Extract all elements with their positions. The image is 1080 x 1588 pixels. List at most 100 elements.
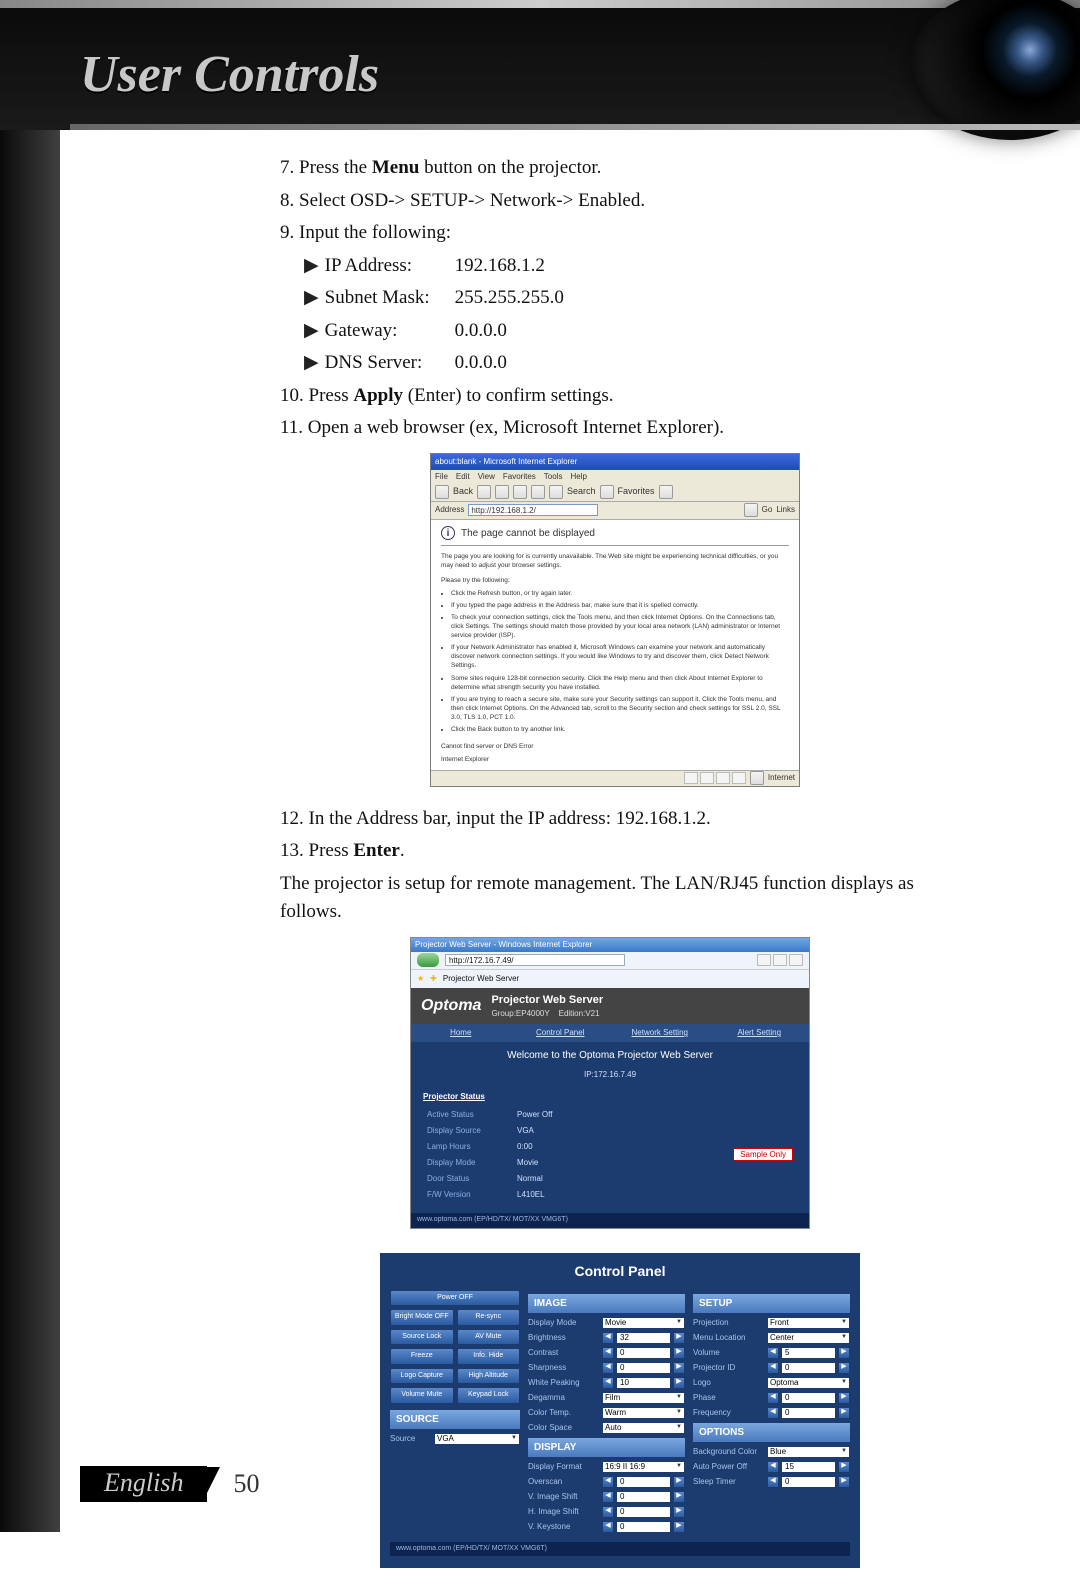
increment-button[interactable]: ▶ [838,1407,850,1419]
refresh-icon[interactable] [513,485,527,499]
image-row: Color Temp.Warm [528,1407,685,1419]
decrement-button[interactable]: ◀ [602,1491,614,1503]
decrement-button[interactable]: ◀ [767,1362,779,1374]
increment-button[interactable]: ▶ [673,1476,685,1488]
back-icon[interactable] [435,485,449,499]
logo-capture-button[interactable]: Logo Capture [390,1368,454,1385]
decrement-button[interactable]: ◀ [602,1377,614,1389]
nav-alert-setting[interactable]: Alert Setting [710,1024,810,1042]
decrement-button[interactable]: ◀ [767,1347,779,1359]
favorites-icon[interactable]: ★ [417,973,424,985]
image-select[interactable]: Auto [602,1422,685,1434]
favorites-icon[interactable] [600,485,614,499]
keypad-lock-button[interactable]: Keypad Lock [457,1387,521,1404]
address-input[interactable]: http://192.168.1.2/ [468,504,598,516]
browser-body: i The page cannot be displayed The page … [431,520,799,770]
setup-select[interactable]: Front [767,1317,850,1329]
back-icon[interactable] [417,953,439,967]
footer-page-number: 50 [207,1469,259,1499]
display-label: V. Keystone [528,1521,598,1533]
increment-button[interactable]: ▶ [838,1476,850,1488]
image-select[interactable]: Warm [602,1407,685,1419]
increment-button[interactable]: ▶ [838,1392,850,1404]
decrement-button[interactable]: ◀ [602,1506,614,1518]
increment-button[interactable]: ▶ [673,1362,685,1374]
browser-toolbar: Back Search Favorites [431,484,799,502]
content-body: 7. Press the Menu button on the projecto… [0,130,1080,1588]
add-favorites-icon[interactable]: ✚ [430,973,437,985]
cp-title: Control Panel [390,1261,850,1282]
high-altitude-button[interactable]: High Altitude [457,1368,521,1385]
display-row: H. Image Shift◀0▶ [528,1506,685,1518]
display-label: H. Image Shift [528,1506,598,1518]
source-heading: SOURCE [390,1410,520,1429]
nav-home[interactable]: Home [411,1024,511,1042]
power-off-button[interactable]: Power OFF [390,1290,520,1307]
address-input[interactable]: http://172.16.7.49/ [445,954,625,966]
setup-select[interactable]: Optoma [767,1377,850,1389]
increment-button[interactable]: ▶ [673,1332,685,1344]
browser-screenshot-2: Projector Web Server - Windows Internet … [410,937,810,1229]
setup-select[interactable]: Center [767,1332,850,1344]
decrement-button[interactable]: ◀ [602,1362,614,1374]
decrement-button[interactable]: ◀ [767,1476,779,1488]
display-value: 0 [616,1476,671,1488]
increment-button[interactable]: ▶ [673,1377,685,1389]
search-icon[interactable] [549,485,563,499]
source-lock-button[interactable]: Source Lock [390,1329,454,1346]
image-value: 0 [616,1347,671,1359]
history-icon[interactable] [659,485,673,499]
increment-button[interactable]: ▶ [838,1461,850,1473]
setup-value: 0 [781,1362,836,1374]
freeze-button[interactable]: Freeze [390,1348,454,1365]
bright-mode-button[interactable]: Bright Mode OFF [390,1309,454,1326]
stop-icon[interactable] [773,954,787,966]
resync-button[interactable]: Re-sync [457,1309,521,1326]
stop-icon[interactable] [495,485,509,499]
display-heading: DISPLAY [528,1438,685,1457]
image-label: Display Mode [528,1317,598,1329]
source-select[interactable]: VGA [434,1433,520,1445]
image-select[interactable]: Movie [602,1317,685,1329]
increment-button[interactable]: ▶ [838,1347,850,1359]
setup-label: Frequency [693,1407,763,1419]
decrement-button[interactable]: ◀ [602,1332,614,1344]
image-row: Degamma Film [528,1392,685,1404]
decrement-button[interactable]: ◀ [767,1407,779,1419]
av-mute-button[interactable]: AV Mute [457,1329,521,1346]
search-icon[interactable] [789,954,803,966]
opt-nav: Home Control Panel Network Setting Alert… [411,1024,809,1042]
decrement-button[interactable]: ◀ [602,1476,614,1488]
nav-control-panel[interactable]: Control Panel [511,1024,611,1042]
internet-zone-icon [750,771,764,785]
setup-row: Phase ◀0▶ [693,1392,850,1404]
nav-network-setting[interactable]: Network Setting [610,1024,710,1042]
increment-button[interactable]: ▶ [673,1491,685,1503]
increment-button[interactable]: ▶ [673,1506,685,1518]
increment-button[interactable]: ▶ [838,1362,850,1374]
options-select[interactable]: Blue [767,1446,850,1458]
decrement-button[interactable]: ◀ [767,1392,779,1404]
setup-value: 0 [781,1392,836,1404]
decrement-button[interactable]: ◀ [602,1521,614,1533]
info-hide-button[interactable]: Info. Hide [457,1348,521,1365]
forward-icon[interactable] [477,485,491,499]
opt-header: Optoma Projector Web Server Group:EP4000… [411,988,809,1025]
setup-label: Phase [693,1392,763,1404]
decrement-button[interactable]: ◀ [767,1461,779,1473]
display-select[interactable]: 16:9 II 16:9 [602,1461,685,1473]
image-select[interactable]: Film [602,1392,685,1404]
home-icon[interactable] [531,485,545,499]
opt-ip: IP:172.16.7.49 [411,1069,809,1081]
refresh-icon[interactable] [757,954,771,966]
increment-button[interactable]: ▶ [673,1347,685,1359]
image-label: Degamma [528,1392,598,1404]
setup-label: Volume [693,1347,763,1359]
volume-mute-button[interactable]: Volume Mute [390,1387,454,1404]
image-value: 32 [616,1332,671,1344]
go-icon[interactable] [744,503,758,517]
increment-button[interactable]: ▶ [673,1521,685,1533]
setup-row: ProjectionFront [693,1317,850,1329]
decrement-button[interactable]: ◀ [602,1347,614,1359]
display-label: Display Format [528,1461,598,1473]
